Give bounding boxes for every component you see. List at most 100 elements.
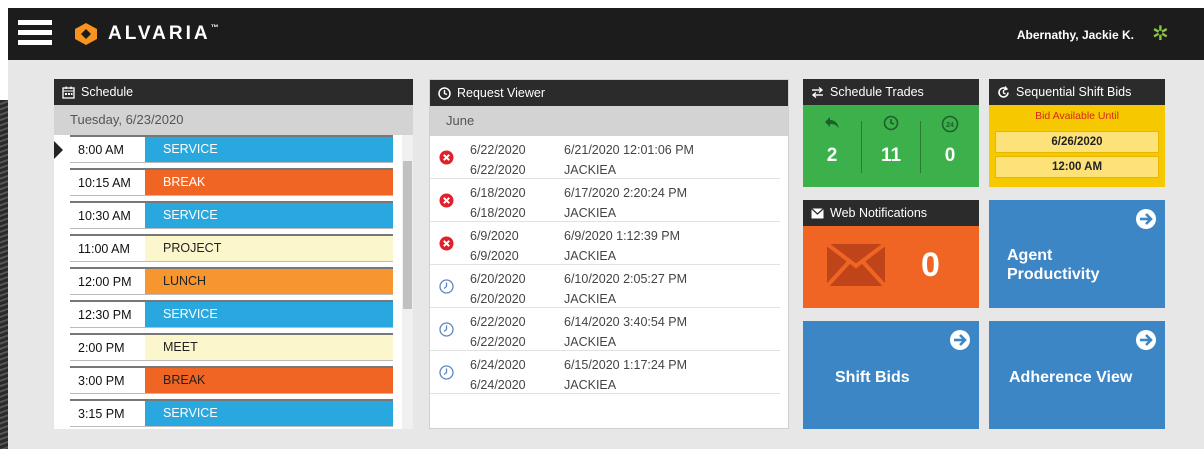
scrollbar-thumb[interactable] [403, 161, 412, 309]
schedule-row[interactable]: 8:00 AM SERVICE [70, 135, 393, 163]
schedule-trades-title: Schedule Trades [830, 85, 924, 99]
pending-clock-icon [439, 279, 454, 294]
request-list: 6/22/2020 6/22/2020 6/21/2020 12:01:06 PM J… [430, 136, 788, 394]
web-notifications-header: Web Notifications [803, 200, 979, 226]
schedule-header: Schedule [54, 79, 413, 105]
schedule-row[interactable]: 3:15 PM SERVICE [70, 399, 393, 427]
request-viewer-header: Request Viewer [430, 80, 788, 106]
alvaria-logo-icon [75, 23, 97, 45]
trade-count-pending[interactable]: 11 [862, 115, 920, 167]
request-user: JACKIEA [564, 163, 617, 177]
request-row[interactable]: 6/9/2020 6/9/2020 6/9/2020 1:12:39 PM JACKI… [430, 222, 780, 265]
request-row[interactable]: 6/22/2020 6/22/2020 6/14/2020 3:40:54 PM JA… [430, 308, 780, 351]
bid-date: 6/26/2020 [995, 131, 1159, 153]
request-submitted: 6/10/2020 2:05:27 PM [564, 272, 688, 286]
request-end-date: 6/22/2020 [470, 163, 526, 177]
top-bar: ALVARIA™ Abernathy, Jackie K. ✲ [8, 8, 1204, 60]
agent-productivity-label: Agent Productivity [1007, 246, 1099, 284]
brand-name: ALVARIA™ [108, 23, 219, 44]
request-end-date: 6/24/2020 [470, 378, 526, 392]
adherence-view-tile[interactable]: Adherence View [989, 321, 1165, 429]
pending-clock-icon [439, 322, 454, 337]
svg-text:24: 24 [946, 122, 954, 129]
request-row[interactable]: 6/24/2020 6/24/2020 6/15/2020 1:17:24 PM JA… [430, 351, 780, 394]
sequential-shift-bids-tile[interactable]: Sequential Shift Bids Bid Available Unti… [989, 79, 1165, 187]
trade-count-24h[interactable]: 24 0 [921, 115, 979, 167]
schedule-row[interactable]: 10:15 AM BREAK [70, 168, 393, 196]
schedule-time: 3:15 PM [70, 401, 145, 426]
request-submitted: 6/9/2020 1:12:39 PM [564, 229, 681, 243]
schedule-title: Schedule [81, 85, 134, 99]
schedule-time: 8:00 AM [70, 137, 145, 162]
request-user: JACKIEA [564, 249, 617, 263]
sequential-shift-bids-header: Sequential Shift Bids [989, 79, 1165, 105]
request-row[interactable]: 6/22/2020 6/22/2020 6/21/2020 12:01:06 PM J… [430, 136, 780, 179]
request-row[interactable]: 6/20/2020 6/20/2020 6/10/2020 2:05:27 PM JA… [430, 265, 780, 308]
schedule-row[interactable]: 12:00 PM LUNCH [70, 267, 393, 295]
request-user: JACKIEA [564, 206, 617, 220]
clock-icon [862, 115, 920, 137]
request-end-date: 6/22/2020 [470, 335, 526, 349]
calendar-icon [62, 86, 75, 99]
request-submitted: 6/14/2020 3:40:54 PM [564, 315, 688, 329]
schedule-activity: BREAK [145, 170, 393, 195]
sequential-shift-bids-title: Sequential Shift Bids [1016, 85, 1132, 99]
denied-x-icon [439, 236, 454, 251]
schedule-time: 12:30 PM [70, 302, 145, 327]
swap-arrows-icon [811, 86, 824, 99]
schedule-time: 3:00 PM [70, 368, 145, 393]
adherence-view-label: Adherence View [1009, 369, 1133, 386]
current-activity-pointer-icon [54, 141, 63, 159]
schedule-trades-tile[interactable]: Schedule Trades 2 11 24 0 [803, 79, 979, 187]
schedule-row[interactable]: 2:00 PM MEET [70, 333, 393, 361]
schedule-time: 10:15 AM [70, 170, 145, 195]
request-start-date: 6/20/2020 [470, 272, 526, 286]
schedule-row[interactable]: 10:30 AM SERVICE [70, 201, 393, 229]
schedule-row[interactable]: 11:00 AM PROJECT [70, 234, 393, 262]
schedule-trades-header: Schedule Trades [803, 79, 979, 105]
trade-count-value: 11 [880, 145, 902, 166]
denied-x-icon [439, 150, 454, 165]
notification-count: 0 [921, 246, 940, 284]
user-name[interactable]: Abernathy, Jackie K. [1017, 28, 1134, 42]
web-notifications-tile[interactable]: Web Notifications 0 [803, 200, 979, 308]
request-submitted: 6/17/2020 2:20:24 PM [564, 186, 688, 200]
agent-productivity-line1: Agent [1007, 247, 1053, 264]
schedule-activity: MEET [145, 335, 393, 360]
envelope-large-icon [827, 244, 885, 286]
trade-count-replies[interactable]: 2 [803, 115, 861, 167]
schedule-row[interactable]: 3:00 PM BREAK [70, 366, 393, 394]
schedule-scrollbar[interactable] [402, 135, 413, 429]
schedule-activity: SERVICE [145, 137, 393, 162]
request-details: 6/15/2020 1:17:24 PM JACKIEA [564, 355, 687, 395]
request-end-date: 6/20/2020 [470, 292, 526, 306]
schedule-row[interactable]: 12:30 PM SERVICE [70, 300, 393, 328]
reply-arrow-icon [803, 115, 861, 137]
request-user: JACKIEA [564, 378, 617, 392]
request-details: 6/17/2020 2:20:24 PM JACKIEA [564, 183, 687, 223]
bid-available-label: Bid Available Until [1035, 110, 1119, 122]
dashboard-area: Schedule Tuesday, 6/23/2020 8:00 AM SERVI… [8, 60, 1204, 449]
schedule-time: 10:30 AM [70, 203, 145, 228]
refresh-clock-icon [997, 85, 1010, 99]
hamburger-menu-icon[interactable] [18, 20, 52, 46]
shift-bids-tile[interactable]: Shift Bids [803, 321, 979, 429]
agent-productivity-line2: Productivity [1007, 266, 1100, 283]
schedule-activity: LUNCH [145, 269, 393, 294]
trade-count-value: 0 [944, 145, 956, 166]
request-row[interactable]: 6/18/2020 6/18/2020 6/17/2020 2:20:24 PM JA… [430, 179, 780, 222]
bid-time: 12:00 AM [995, 156, 1159, 178]
request-user: JACKIEA [564, 335, 617, 349]
trade-count-value: 2 [826, 145, 838, 166]
request-month: June [430, 106, 788, 136]
request-dates: 6/18/2020 6/18/2020 [470, 183, 526, 223]
denied-x-icon [439, 193, 454, 208]
arrow-right-circle-icon [950, 330, 970, 350]
request-dates: 6/22/2020 6/22/2020 [470, 312, 526, 352]
trademark-mark: ™ [210, 23, 219, 32]
agent-productivity-tile[interactable]: Agent Productivity [989, 200, 1165, 308]
schedule-activity: SERVICE [145, 401, 393, 426]
settings-gear-icon[interactable]: ✲ [1152, 24, 1172, 44]
request-end-date: 6/18/2020 [470, 206, 526, 220]
envelope-icon [811, 207, 824, 220]
